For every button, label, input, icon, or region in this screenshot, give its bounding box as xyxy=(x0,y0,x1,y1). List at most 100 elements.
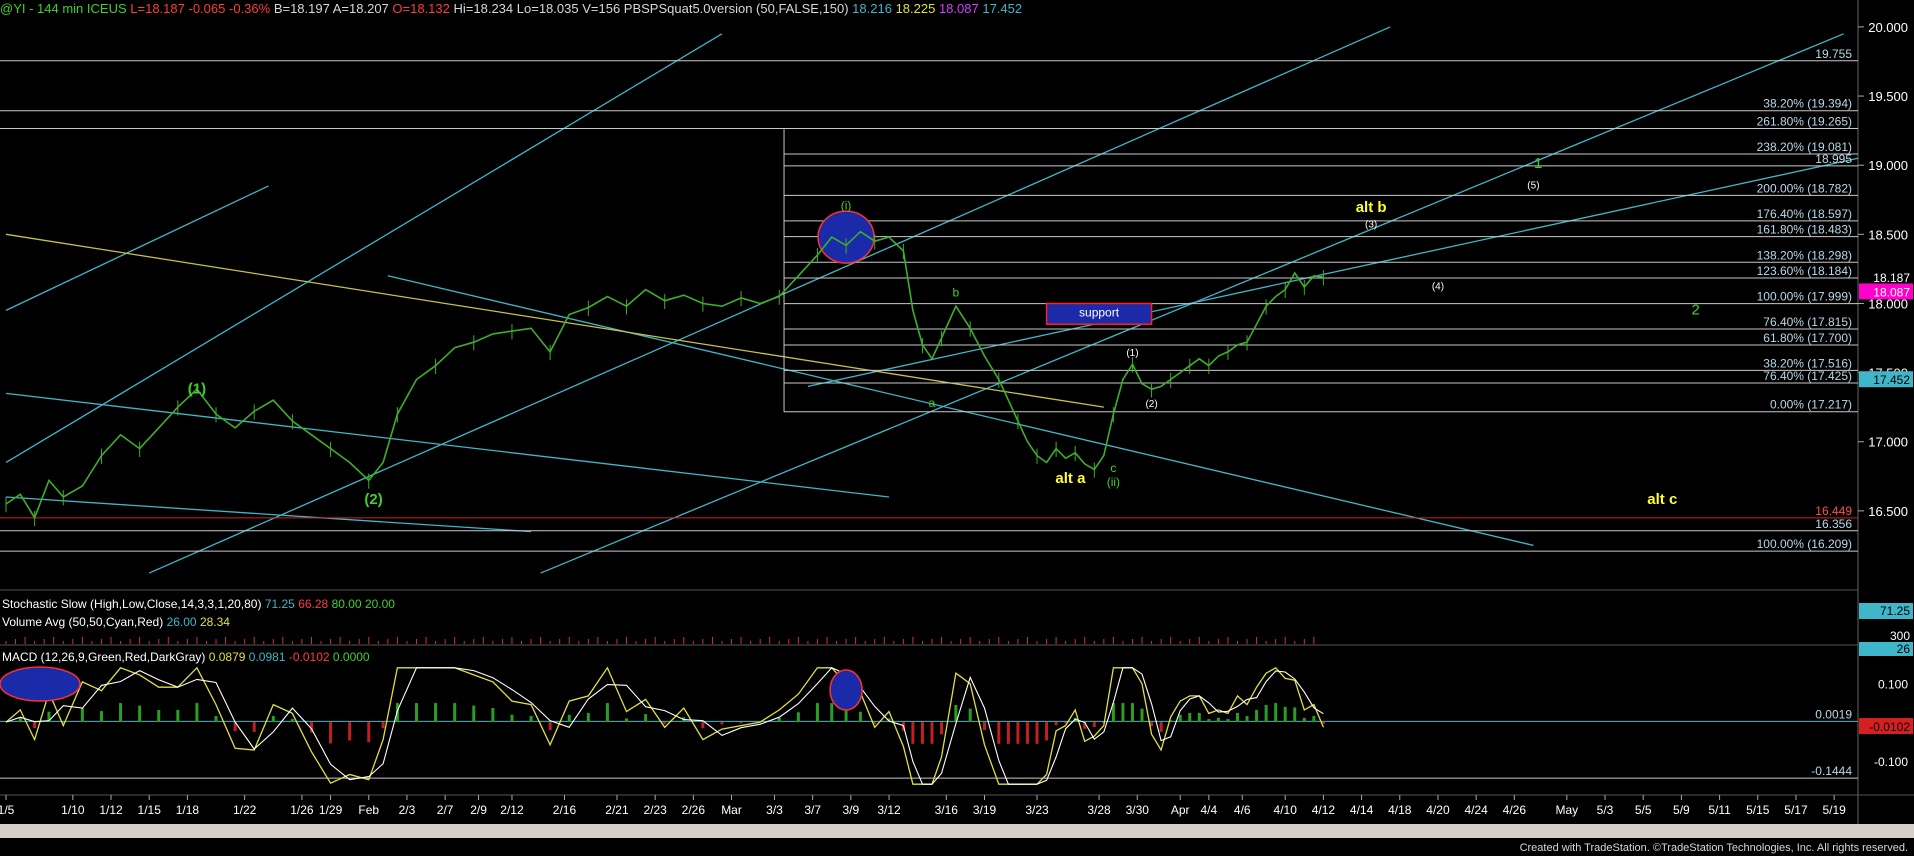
wave-label: (4) xyxy=(1432,282,1444,293)
x-axis-tick-label: 2/23 xyxy=(643,803,667,817)
macd-value-2: 0.0981 xyxy=(248,650,286,664)
x-axis-tick-label: 5/17 xyxy=(1784,803,1808,817)
volume-label: Volume Avg (50,50,Cyan,Red) xyxy=(2,615,164,629)
stoch-value-2: 66.28 xyxy=(298,597,329,611)
x-axis-tick-label: 2/9 xyxy=(470,803,487,817)
header-value-1: 18.216 xyxy=(852,1,892,16)
stoch-header: Stochastic Slow (High,Low,Close,14,3,3,1… xyxy=(2,597,395,611)
horizontal-scrollbar xyxy=(0,824,1914,838)
price-axis-tick-label: 19.500 xyxy=(1868,89,1908,104)
fib-level-label: 100.00% (16.209) xyxy=(1757,537,1852,551)
x-axis-tick-label: 5/15 xyxy=(1746,803,1770,817)
x-axis-tick-label: 4/10 xyxy=(1274,803,1298,817)
macd-header: MACD (12,26,9,Green,Red,DarkGray) 0.0879… xyxy=(2,650,370,664)
x-axis-tick-label: 3/7 xyxy=(804,803,821,817)
x-axis-tick-label: 1/18 xyxy=(176,803,200,817)
macd-highlight-ellipse xyxy=(0,666,81,702)
x-axis-tick-label: 1/5 xyxy=(0,803,15,817)
price-axis-tick-label: 19.000 xyxy=(1868,158,1908,173)
macd-value-1: 0.0879 xyxy=(208,650,246,664)
header-open: O=18.132 xyxy=(392,1,450,16)
x-axis-tick-label: 5/19 xyxy=(1822,803,1846,817)
price-series-line xyxy=(5,230,1324,520)
x-axis-tick-label: 4/20 xyxy=(1426,803,1450,817)
x-axis-tick-label: 1/29 xyxy=(319,803,343,817)
x-axis-tick-label: 3/12 xyxy=(877,803,901,817)
x-axis-tick-label: 4/24 xyxy=(1464,803,1488,817)
header-study: PBSPSquat5.0version (50,FALSE,150) xyxy=(623,1,849,16)
wave-label: (3) xyxy=(1365,219,1377,230)
trend-channel-line xyxy=(807,157,1859,388)
x-axis-tick-label: 2/16 xyxy=(553,803,577,817)
wave-label: c xyxy=(1110,461,1116,475)
fib-level-label: 61.80% (17.700) xyxy=(1763,331,1852,345)
wave-label: alt a xyxy=(1055,470,1086,487)
fib-level-label: 100.00% (17.999) xyxy=(1757,290,1852,304)
x-axis-tick-label: 3/28 xyxy=(1087,803,1111,817)
footer-credit: Created with TradeStation. ©TradeStation… xyxy=(1519,842,1908,854)
trend-channel-line xyxy=(5,185,269,311)
x-axis-tick-label: 5/11 xyxy=(1708,803,1731,817)
header-ask: A=18.207 xyxy=(332,1,389,16)
x-axis-tick-label: 2/3 xyxy=(399,803,416,817)
volume-value-2: 28.34 xyxy=(199,615,230,629)
fib-level-label: 76.40% (17.425) xyxy=(1763,369,1852,383)
x-axis-tick-label: 1/10 xyxy=(61,803,85,817)
wave-label: 2 xyxy=(1692,302,1700,319)
header-value-4: 17.452 xyxy=(982,1,1023,16)
x-axis-tick-label: Mar xyxy=(721,803,742,817)
macd-axis-tick-label: -0.100 xyxy=(1874,755,1908,769)
price-axis-tick-label: 18.500 xyxy=(1868,227,1908,242)
volume-axis-top: 300 xyxy=(1890,629,1910,643)
fib-level-label: 161.80% (18.483) xyxy=(1757,223,1852,237)
wave-label: (5) xyxy=(1527,181,1539,192)
x-axis-tick-label: 5/9 xyxy=(1673,803,1690,817)
last-price-tag: 18.187 xyxy=(1873,271,1910,285)
wave-label: a xyxy=(929,396,936,410)
fib-level-label: 38.20% (19.394) xyxy=(1763,97,1852,111)
macd-highlight-ellipse xyxy=(829,669,863,711)
macd-level-label: -0.1444 xyxy=(1811,764,1852,778)
fib-level-label: 0.00% (17.217) xyxy=(1770,398,1852,412)
fib-level-label: 19.755 xyxy=(1815,47,1852,61)
header-exchange: ICEUS xyxy=(86,1,127,16)
trend-line-yellow xyxy=(5,233,1104,408)
macd-axis-value: -0.0102 xyxy=(1869,720,1910,734)
volume-header: Volume Avg (50,50,Cyan,Red) 26.00 28.34 xyxy=(2,615,230,629)
last-price-tag-2: 18.087 xyxy=(1873,285,1910,299)
x-axis-tick-label: 3/9 xyxy=(843,803,860,817)
fib-level-label: 176.40% (18.597) xyxy=(1757,207,1852,221)
macd-axis-tick-label: 0.100 xyxy=(1878,677,1908,691)
trend-channel-line xyxy=(5,33,723,464)
x-axis-tick-label: 3/19 xyxy=(973,803,997,817)
wave-label: (2) xyxy=(364,491,382,508)
wave-label: 1 xyxy=(1534,155,1542,172)
wave-label: alt c xyxy=(1647,491,1677,508)
x-axis-tick-label: 2/26 xyxy=(682,803,706,817)
header-low: Lo=18.035 xyxy=(516,1,579,16)
wave-label: b xyxy=(953,286,960,300)
x-axis-tick-label: 3/30 xyxy=(1126,803,1150,817)
x-axis-tick-label: 1/12 xyxy=(99,803,123,817)
wave-label: (1) xyxy=(1126,348,1138,359)
macd-value-4: 0.0000 xyxy=(332,650,370,664)
x-axis-tick-label: 2/21 xyxy=(605,803,629,817)
fib-level-label: 16.356 xyxy=(1815,517,1852,531)
x-axis-tick-label: 4/26 xyxy=(1503,803,1527,817)
x-axis-tick-label: Apr xyxy=(1171,803,1190,817)
macd-level-label: 0.0019 xyxy=(1815,707,1852,721)
x-axis-tick-label: May xyxy=(1555,803,1578,817)
x-axis-tick-label: 2/12 xyxy=(500,803,524,817)
fib-level-label: 76.40% (17.815) xyxy=(1763,315,1852,329)
fib-level-label: 200.00% (18.782) xyxy=(1757,181,1852,195)
header-bid: B=18.197 xyxy=(273,1,330,16)
x-axis-tick-label: 4/6 xyxy=(1234,803,1251,817)
trend-channel-line xyxy=(5,392,890,498)
x-axis-tick-label: 2/7 xyxy=(437,803,454,817)
x-axis-tick-label: 4/12 xyxy=(1312,803,1336,817)
macd-value-3: -0.0102 xyxy=(288,650,330,664)
price-chart: 20.00019.50019.00018.50018.00017.50017.0… xyxy=(0,0,1914,838)
trend-channel-line xyxy=(5,496,532,533)
volume-axis-value: 26 xyxy=(1897,642,1911,656)
wave-label: (1) xyxy=(188,380,206,397)
